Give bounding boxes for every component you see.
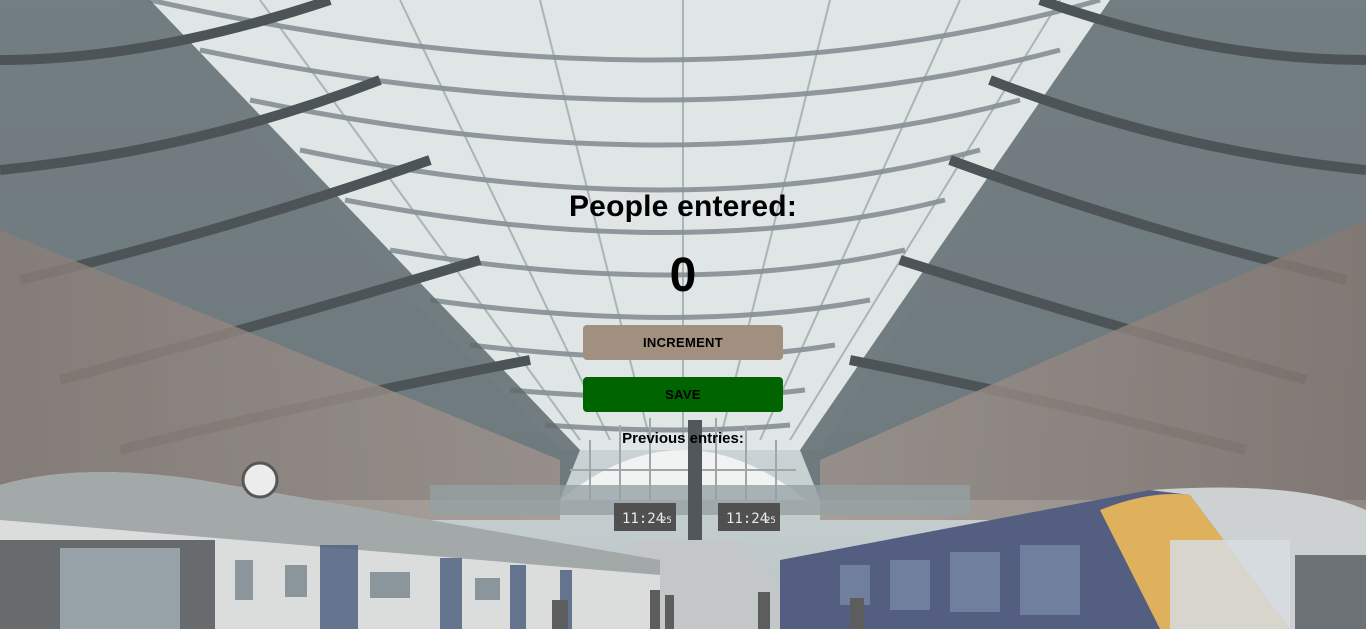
page-title: People entered: (568, 190, 798, 223)
previous-entries-label: Previous entries: (622, 430, 744, 447)
save-button[interactable]: SAVE (583, 377, 783, 412)
count-display: 0 (669, 249, 697, 302)
counter-app: People entered: 0 INCREMENT SAVE Previou… (0, 0, 1366, 629)
increment-button[interactable]: INCREMENT (583, 325, 783, 360)
